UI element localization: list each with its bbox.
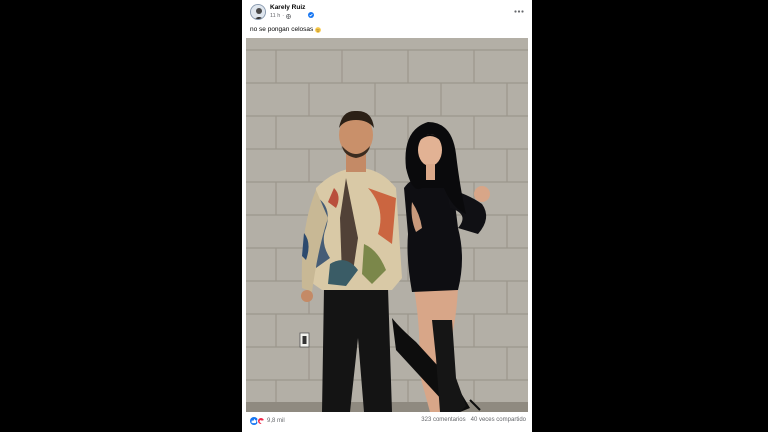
winking-face-icon [315,26,322,33]
post-header: Karely Ruiz 11 h · [242,0,532,24]
love-icon [257,417,265,425]
caption-text: no se pongan celosas [250,26,314,33]
video-frame: Karely Ruiz 11 h · no se pongan celosas … [0,0,768,432]
more-options-icon [514,9,524,13]
comments-count-link[interactable]: 323 comentarios [421,417,465,423]
verified-badge-icon [308,5,315,18]
facebook-post-card: Karely Ruiz 11 h · no se pongan celosas … [242,0,532,432]
meta-separator: · [282,13,285,19]
post-time[interactable]: 11 h [270,13,280,19]
post-meta: 11 h · [270,13,292,19]
shares-count-link[interactable]: 40 veces compartido [471,417,526,423]
engagement-stats: 323 comentarios 40 veces compartido [421,417,526,423]
author-avatar[interactable] [250,4,266,20]
reactions-summary[interactable]: 9,8 mil [250,417,285,425]
post-caption: no se pongan celosas [250,26,322,33]
post-photo[interactable] [246,38,528,412]
post-footer: 9,8 mil 323 comentarios 40 veces compart… [242,412,532,432]
reaction-count: 9,8 mil [267,418,285,424]
author-name[interactable]: Karely Ruiz [270,4,305,11]
author-line: Karely Ruiz [270,4,315,18]
more-options-button[interactable] [512,6,526,16]
globe-icon [286,13,292,19]
